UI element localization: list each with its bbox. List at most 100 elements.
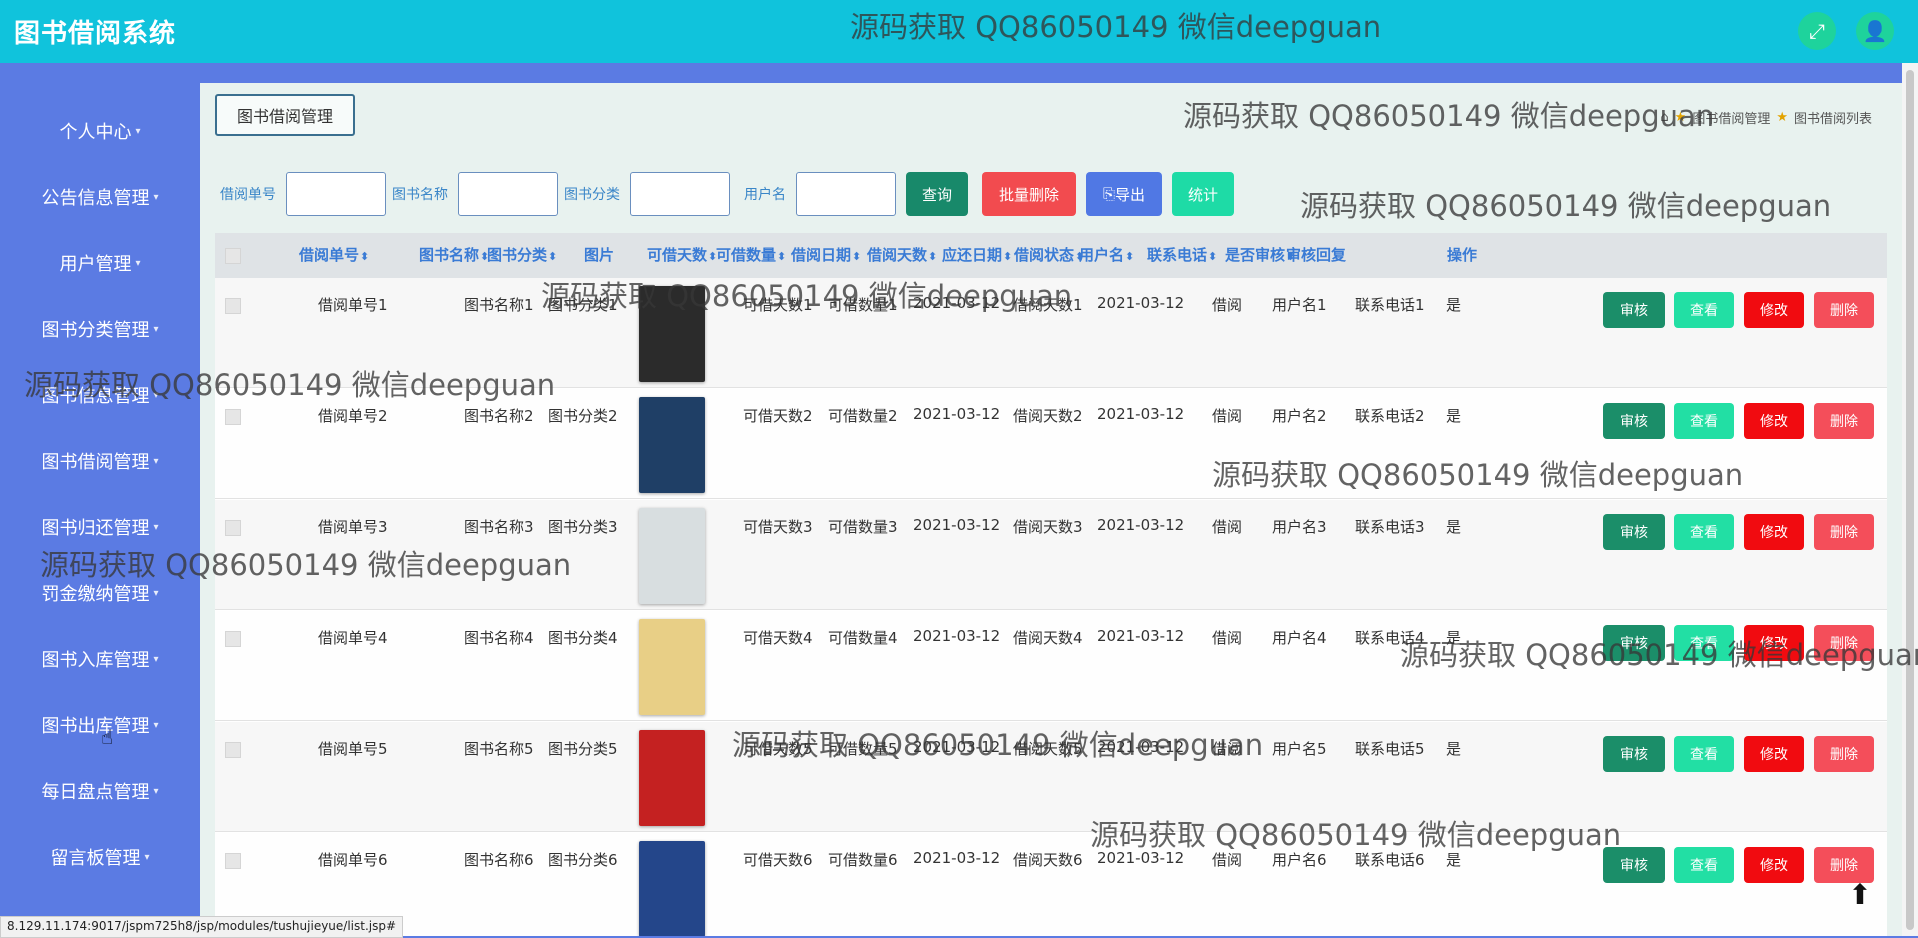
- cell-book-category: 图书分类4: [548, 629, 618, 647]
- cell-audited: 是: [1446, 407, 1462, 425]
- col-header-book-name[interactable]: 图书名称⬍: [419, 233, 489, 278]
- back-to-top-icon[interactable]: ⬆: [1842, 876, 1878, 912]
- header-icons: ⤢ 👤: [1798, 12, 1894, 50]
- audit-button[interactable]: 审核: [1603, 292, 1665, 328]
- audit-button[interactable]: 审核: [1603, 847, 1665, 883]
- delete-button[interactable]: 删除: [1814, 403, 1874, 439]
- book-cover-image: [639, 286, 705, 382]
- table-row[interactable]: 借阅单号2 图书名称2 图书分类2 可借天数2 可借数量2 2021-03-12 借阅天数2…: [215, 389, 1887, 499]
- delete-button[interactable]: 删除: [1814, 514, 1874, 550]
- col-header-phone[interactable]: 联系电话⬍: [1147, 233, 1217, 278]
- cell-borrow-date: 2021-03-12: [913, 849, 1001, 867]
- select-all-checkbox[interactable]: [225, 248, 241, 264]
- search-bar: 借阅单号 图书名称 图书分类 用户名 查询 批量删除 ⎘ 导出 统计: [220, 171, 1234, 217]
- cell-audited: 是: [1446, 851, 1462, 869]
- cell-phone: 联系电话4: [1355, 629, 1425, 647]
- delete-button[interactable]: 删除: [1814, 736, 1874, 772]
- col-header-available-qty[interactable]: 可借数量⬍: [716, 233, 786, 278]
- table-row[interactable]: 借阅单号4 图书名称4 图书分类4 可借天数4 可借数量4 2021-03-12 借阅天数4…: [215, 611, 1887, 721]
- row-checkbox[interactable]: [225, 631, 241, 647]
- cell-audited: 是: [1446, 518, 1462, 536]
- breadcrumb-item[interactable]: 图书借阅管理: [1692, 108, 1770, 127]
- audit-button[interactable]: 审核: [1603, 514, 1665, 550]
- col-header-borrow-days[interactable]: 借阅天数⬍: [867, 233, 937, 278]
- view-button[interactable]: 查看: [1674, 736, 1734, 772]
- sidebar-item-return[interactable]: 图书归还管理 ▾: [0, 494, 200, 560]
- edit-button[interactable]: 修改: [1744, 403, 1804, 439]
- sidebar-item-notice[interactable]: 公告信息管理 ▾: [0, 164, 200, 230]
- edit-button[interactable]: 修改: [1744, 292, 1804, 328]
- view-button[interactable]: 查看: [1674, 514, 1734, 550]
- sidebar-item-message-board[interactable]: 留言板管理 ▾: [0, 824, 200, 890]
- sidebar-item-book-category[interactable]: 图书分类管理 ▾: [0, 296, 200, 362]
- col-header-book-category[interactable]: 图书分类⬍: [487, 233, 557, 278]
- col-header-borrow-date[interactable]: 借阅日期⬍: [791, 233, 861, 278]
- edit-button[interactable]: 修改: [1744, 625, 1804, 661]
- audit-button[interactable]: 审核: [1603, 403, 1665, 439]
- view-button[interactable]: 查看: [1674, 847, 1734, 883]
- book-category-input[interactable]: [630, 172, 730, 216]
- fullscreen-icon[interactable]: ⤢: [1798, 12, 1836, 50]
- table-row[interactable]: 借阅单号5 图书名称5 图书分类5 可借天数5 可借数量5 2021-03-12 借阅天数5…: [215, 722, 1887, 832]
- row-checkbox[interactable]: [225, 298, 241, 314]
- chevron-down-icon: ▾: [153, 785, 159, 797]
- cell-due-date: 2021-03-12: [1097, 627, 1185, 645]
- row-checkbox[interactable]: [225, 409, 241, 425]
- col-header-status[interactable]: 借阅状态⬍: [1014, 233, 1084, 278]
- delete-button[interactable]: 删除: [1814, 292, 1874, 328]
- sidebar-item-stock-out[interactable]: 图书出库管理 ▾: [0, 692, 200, 758]
- row-checkbox[interactable]: [225, 853, 241, 869]
- cell-available-days: 可借天数4: [743, 629, 813, 647]
- stats-button[interactable]: 统计: [1172, 172, 1234, 216]
- sidebar-item-daily-inventory[interactable]: 每日盘点管理 ▾: [0, 758, 200, 824]
- cell-due-date: 2021-03-12: [1097, 516, 1185, 534]
- query-button[interactable]: 查询: [906, 172, 968, 216]
- cell-audited: 是: [1446, 740, 1462, 758]
- cell-available-qty: 可借数量6: [828, 851, 898, 869]
- table-row[interactable]: 借阅单号3 图书名称3 图书分类3 可借天数3 可借数量3 2021-03-12 借阅天数3…: [215, 500, 1887, 610]
- sidebar: 个人中心 ▾ 公告信息管理 ▾ 用户管理 ▾ 图书分类管理 ▾ 图书信息管理 ▾ 图书借阅…: [0, 83, 200, 936]
- star-icon: ★: [1776, 110, 1788, 125]
- sidebar-item-label: 图书分类管理: [41, 320, 150, 341]
- sidebar-item-fine[interactable]: 罚金缴纳管理 ▾: [0, 560, 200, 626]
- username-input[interactable]: [796, 172, 896, 216]
- cell-username: 用户名5: [1272, 740, 1327, 758]
- view-button[interactable]: 查看: [1674, 292, 1734, 328]
- col-header-available-days[interactable]: 可借天数⬍: [647, 233, 717, 278]
- export-button[interactable]: ⎘ 导出: [1086, 172, 1162, 216]
- export-label: 导出: [1115, 185, 1146, 204]
- batch-delete-button[interactable]: 批量删除: [982, 172, 1076, 216]
- sidebar-item-label: 图书借阅管理: [41, 452, 150, 473]
- view-button[interactable]: 查看: [1674, 625, 1734, 661]
- sidebar-item-borrow[interactable]: 图书借阅管理 ▾: [0, 428, 200, 494]
- search-label-username: 用户名: [744, 187, 786, 203]
- edit-button[interactable]: 修改: [1744, 514, 1804, 550]
- view-button[interactable]: 查看: [1674, 403, 1734, 439]
- table-row[interactable]: 借阅单号6 图书名称6 图书分类6 可借天数6 可借数量6 2021-03-12 借阅天数6…: [215, 833, 1887, 936]
- col-header-due-date[interactable]: 应还日期⬍: [942, 233, 1012, 278]
- scrollbar-thumb[interactable]: [1906, 70, 1914, 930]
- book-name-input[interactable]: [458, 172, 558, 216]
- edit-button[interactable]: 修改: [1744, 847, 1804, 883]
- borrow-id-input[interactable]: [286, 172, 386, 216]
- audit-button[interactable]: 审核: [1603, 625, 1665, 661]
- cell-book-name: 图书名称6: [464, 851, 534, 869]
- page-tag[interactable]: 图书借阅管理: [215, 94, 355, 136]
- col-header-audited[interactable]: 是否审核⬍: [1225, 233, 1295, 278]
- edit-button[interactable]: 修改: [1744, 736, 1804, 772]
- cell-username: 用户名1: [1272, 296, 1327, 314]
- cell-due-date: 2021-03-12: [1097, 738, 1185, 756]
- table-row[interactable]: 借阅单号1 图书名称1 图书分类1 可借天数1 可借数量1 2021-03-12 借阅天数1…: [215, 278, 1887, 388]
- sidebar-item-stock-in[interactable]: 图书入库管理 ▾: [0, 626, 200, 692]
- audit-button[interactable]: 审核: [1603, 736, 1665, 772]
- cell-borrow-days: 借阅天数2: [1013, 407, 1083, 425]
- sidebar-item-personal-center[interactable]: 个人中心 ▾: [0, 98, 200, 164]
- user-icon[interactable]: 👤: [1856, 12, 1894, 50]
- row-checkbox[interactable]: [225, 742, 241, 758]
- col-header-borrow-id[interactable]: 借阅单号⬍: [299, 233, 369, 278]
- delete-button[interactable]: 删除: [1814, 625, 1874, 661]
- col-header-username[interactable]: 用户名⬍: [1079, 233, 1134, 278]
- sidebar-item-book-info[interactable]: 图书信息管理 ▾: [0, 362, 200, 428]
- sidebar-item-users[interactable]: 用户管理 ▾: [0, 230, 200, 296]
- row-checkbox[interactable]: [225, 520, 241, 536]
